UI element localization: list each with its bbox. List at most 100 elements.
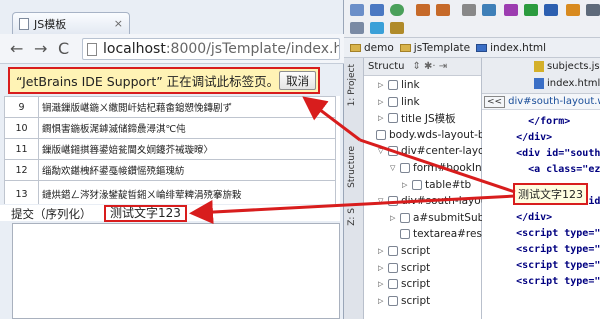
structure-item[interactable]: ▷ title JS模板 <box>378 110 456 126</box>
expand-icon[interactable]: ▷ <box>378 114 388 122</box>
expand-icon[interactable]: ▷ <box>390 214 400 222</box>
debug-icon[interactable] <box>544 4 558 16</box>
address-host: localhost <box>103 41 166 57</box>
structure-item-label: script <box>401 278 431 291</box>
expand-icon[interactable]: ▷ <box>378 247 388 255</box>
structure-item[interactable]: body.wds-layout-bo <box>366 127 491 143</box>
code-line[interactable]: </form> <box>492 114 570 130</box>
code-line[interactable]: <script type="te <box>492 226 600 242</box>
structure-tool-tab[interactable]: Structure <box>347 146 357 188</box>
code-line[interactable]: <script type="te <box>492 242 600 258</box>
expand-icon[interactable]: ▷ <box>378 264 388 272</box>
redo-icon[interactable] <box>436 4 450 16</box>
folder-icon <box>399 43 411 52</box>
submit-link[interactable]: 提交（序列化） <box>11 206 92 222</box>
tab-index-html[interactable]: index.html <box>534 78 600 89</box>
editor-crumb-toggle[interactable]: << <box>484 95 506 108</box>
table-row: 10 鐧惧害鍦板浘鎼滅储鍗曟潯淇℃伅 <box>4 117 336 139</box>
structure-item-label: body.wds-layout-bo <box>389 128 491 141</box>
structure-item[interactable]: ▷ script <box>378 276 430 292</box>
code-line[interactable]: </div> <box>492 130 552 146</box>
replace-icon[interactable] <box>482 4 496 16</box>
row-text: 锎濈鏁版嵁鍦ㄨ繖閲屽姞杞藉畬鎴愬悗鏄剧ず <box>38 96 336 118</box>
terminal-icon[interactable] <box>350 22 364 34</box>
structure-item[interactable]: ▷ table#tb <box>402 177 471 193</box>
vcs-icon[interactable] <box>504 4 518 16</box>
forward-arrow-icon[interactable]: → <box>34 41 47 57</box>
open-folder-icon[interactable] <box>350 4 364 16</box>
plugin-icon[interactable] <box>390 22 404 34</box>
browser-window: JS模板 × ← → C localhost:8000/jsTemplate/i… <box>0 0 344 319</box>
expand-icon[interactable]: ▽ <box>378 147 388 155</box>
project-tool-tab[interactable]: 1: Project <box>347 64 357 106</box>
browser-tab[interactable]: JS模板 × <box>12 12 130 34</box>
browser-toolbar: ← → C localhost:8000/jsTemplate/index.ht… <box>0 34 344 64</box>
row-text: 鏁版嵁鎺掑簭鍙婄瓫閫夊姛鑳芥祴璇曢〉 <box>38 138 336 160</box>
structure-item-label: link <box>401 95 420 108</box>
row-text: 缁勪欢鍖栧紑鍙戞帹鑽愮殑鏂瑰紡 <box>38 159 336 181</box>
debug-infobar: “JetBrains IDE Support” 正在调试此标签页。 取消 <box>8 67 320 94</box>
page-icon <box>19 17 29 30</box>
settings-icon[interactable] <box>586 4 600 16</box>
structure-item[interactable]: ▽ div#center-layou <box>378 143 491 159</box>
save-icon[interactable] <box>370 4 384 16</box>
structure-item[interactable]: ▷ script <box>378 293 430 309</box>
find-icon[interactable] <box>462 4 476 16</box>
structure-item-label: textarea#res <box>413 228 482 241</box>
crumb-folder[interactable]: jsTemplate <box>399 42 470 54</box>
structure-item-label: div#center-layou <box>401 145 492 158</box>
expand-icon[interactable]: ▷ <box>378 81 388 89</box>
code-line[interactable]: <script type="te <box>492 274 600 290</box>
expand-icon[interactable]: ▽ <box>378 197 388 205</box>
ide-window: demo jsTemplate index.html 1: Project St… <box>344 0 600 319</box>
reload-icon[interactable]: C <box>58 41 69 57</box>
back-arrow-icon[interactable]: ← <box>10 41 23 57</box>
table-row: 9 锎濈鏁版嵁鍦ㄨ繖閲屽姞杞藉畬鎴愬悗鏄剧ず <box>4 96 336 118</box>
tab-close-icon[interactable]: × <box>114 17 123 30</box>
code-line[interactable]: <div id="south-l <box>492 146 600 162</box>
tag-icon <box>388 246 398 256</box>
expand-icon[interactable]: ▷ <box>378 280 388 288</box>
expand-icon[interactable]: ▽ <box>390 164 400 172</box>
editor-crumb-text[interactable]: div#south-layout.wds <box>508 96 600 107</box>
tag-icon <box>388 113 398 124</box>
structure-item[interactable]: ▽ form#bookIn <box>390 160 482 176</box>
address-path: :8000/jsTemplate/index.html <box>165 41 339 57</box>
submit-result-value: 测试文字123 <box>104 205 187 222</box>
address-bar[interactable]: localhost:8000/jsTemplate/index.html <box>82 38 340 60</box>
structure-item[interactable]: ▽ div#south-layout <box>378 193 491 209</box>
expand-icon[interactable]: ▷ <box>402 181 412 189</box>
crumb-project[interactable]: demo <box>350 42 394 54</box>
run-icon[interactable] <box>524 4 538 16</box>
structure-title: Structu <box>368 61 405 72</box>
z-tool-tab[interactable]: Z: S <box>347 208 357 226</box>
result-textarea[interactable] <box>12 223 340 319</box>
tab-subjects-js[interactable]: subjects.js <box>534 61 600 72</box>
tag-icon <box>400 229 410 240</box>
crumb-file[interactable]: index.html <box>476 42 546 54</box>
code-line[interactable]: </div> <box>492 210 552 226</box>
structure-item[interactable]: ▷ link <box>378 77 420 93</box>
book-table: 9 锎濈鏁版嵁鍦ㄨ繖閲屽姞杞藉畬鎴愬悗鏄剧ず 10 鐧惧害鍦板浘鎼滅储鍗曟潯淇℃伅 11… <box>4 96 336 204</box>
structure-item[interactable]: ▷ script <box>378 260 430 276</box>
help-icon[interactable] <box>370 22 384 34</box>
row-number: 13 <box>4 180 39 204</box>
structure-item[interactable]: textarea#res <box>390 226 482 242</box>
structure-options-icon[interactable]: ⇕ ✱· ⇥ <box>412 61 447 72</box>
build-icon[interactable] <box>566 4 580 16</box>
tab-title: JS模板 <box>34 17 67 31</box>
screenshot-root: JS模板 × ← → C localhost:8000/jsTemplate/i… <box>0 0 600 319</box>
structure-item[interactable]: ▷ link <box>378 94 420 110</box>
sync-icon[interactable] <box>390 4 404 16</box>
undo-icon[interactable] <box>416 4 430 16</box>
expand-icon[interactable]: ▷ <box>378 98 388 106</box>
code-line[interactable]: <a class="ez <box>492 162 600 178</box>
html-file-icon <box>534 78 544 89</box>
submit-row: 提交（序列化） 测试文字123 <box>0 205 340 222</box>
structure-item[interactable]: ▷ script <box>378 243 430 259</box>
expand-icon[interactable]: ▷ <box>378 297 388 305</box>
code-line[interactable]: <script type="te <box>492 258 600 274</box>
cancel-debug-button[interactable]: 取消 <box>279 71 317 90</box>
structure-item[interactable]: ▷ a#submitSub <box>390 210 484 226</box>
structure-item-label: a#submitSub <box>413 211 485 224</box>
